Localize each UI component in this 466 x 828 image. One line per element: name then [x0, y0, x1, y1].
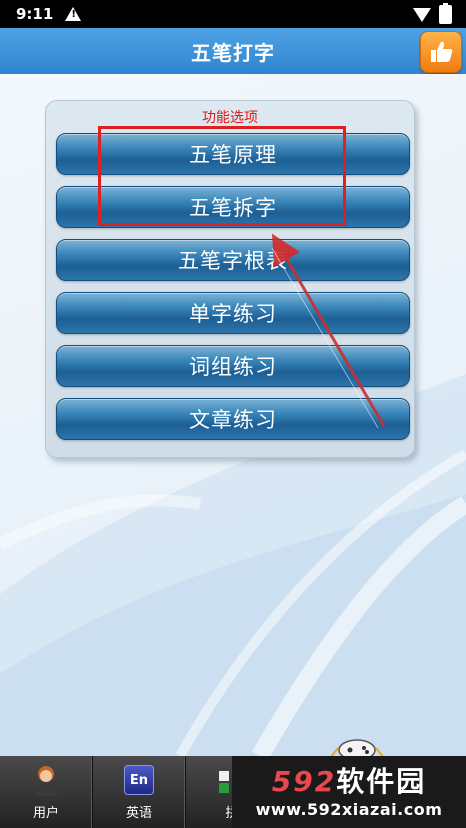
option-article-practice-button[interactable]: 文章练习	[56, 398, 410, 440]
wifi-icon	[413, 8, 431, 22]
user-avatar-icon	[30, 764, 62, 796]
option-label: 单字练习	[189, 302, 277, 326]
status-indicators	[413, 2, 452, 24]
watermark-logo: 592软件园	[271, 764, 427, 798]
nav-item-user[interactable]: 用户	[0, 756, 93, 828]
option-label: 五笔拆字	[189, 196, 277, 220]
option-label: 词组练习	[189, 355, 277, 379]
watermark-number: 592	[271, 764, 337, 798]
battery-icon	[439, 2, 452, 24]
nav-label: 英语	[125, 806, 152, 821]
nav-item-english[interactable]: En 英语	[93, 756, 186, 828]
gamepad-icon	[330, 739, 384, 756]
option-label: 五笔字根表	[178, 249, 288, 273]
watermark-url: www.592xiazai.com	[255, 799, 443, 819]
option-label: 五笔原理	[189, 143, 277, 167]
watermark-text: 软件园	[336, 764, 427, 798]
options-panel: 功能选项 五笔原理 五笔拆字 五笔字根表 单字练习 词组练习 文章练习	[45, 100, 415, 458]
status-time: 9:11	[16, 5, 54, 23]
like-button[interactable]	[420, 31, 462, 73]
option-wubi-principle-button[interactable]: 五笔原理	[56, 133, 410, 175]
panel-title: 功能选项	[202, 110, 258, 126]
option-wubi-split-button[interactable]: 五笔拆字	[56, 186, 410, 228]
option-single-char-practice-button[interactable]: 单字练习	[56, 292, 410, 334]
watermark: 592软件园 www.592xiazai.com	[232, 756, 466, 828]
app-header: 五笔打字	[0, 28, 466, 74]
page-title: 五笔打字	[191, 40, 275, 65]
en-icon-box: En	[123, 764, 155, 796]
option-phrase-practice-button[interactable]: 词组练习	[56, 345, 410, 387]
option-label: 文章练习	[189, 408, 277, 432]
status-bar: 9:11	[0, 0, 466, 28]
nav-label: 用户	[32, 806, 59, 821]
thumbs-up-icon	[431, 41, 453, 62]
main-area: 功能选项 五笔原理 五笔拆字 五笔字根表 单字练习 词组练习 文章练习	[0, 74, 466, 756]
option-wubi-radical-table-button[interactable]: 五笔字根表	[56, 239, 410, 281]
warning-icon	[65, 7, 82, 21]
en-icon: En	[124, 765, 154, 795]
